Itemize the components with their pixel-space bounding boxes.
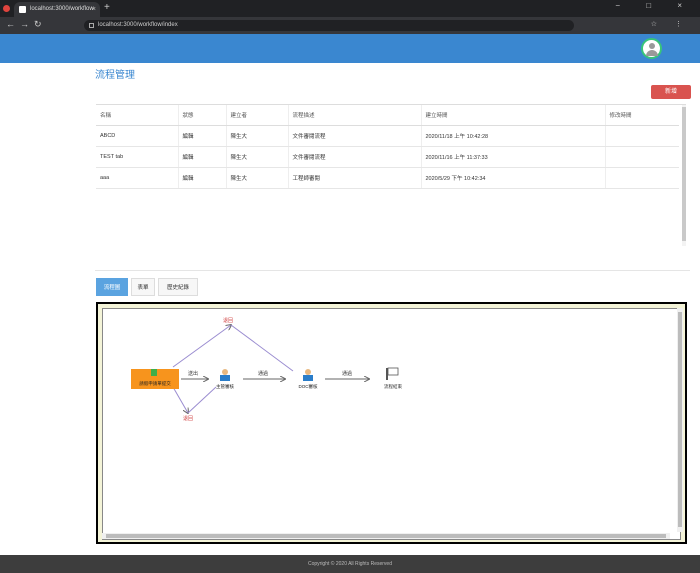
cell-modified <box>604 167 679 189</box>
table-row[interactable]: ABCD 編輯 陳生大 文件審閱流程 2020/11/18 上午 10:42:2… <box>96 125 679 147</box>
column-header-created[interactable]: 建立時間 <box>420 105 605 126</box>
column-header-status[interactable]: 狀態 <box>177 105 226 126</box>
table-scrollbar[interactable] <box>682 105 686 246</box>
column-header-creator[interactable]: 建立者 <box>225 105 288 126</box>
workflow-canvas-frame: 退回 退回 送出 通過 通過 請假申請單提交 主管審核 DOC審核 流程結束 <box>96 302 687 544</box>
cell-modified <box>604 146 679 168</box>
cell-description: 文件審閱流程 <box>287 146 421 168</box>
person-icon <box>303 375 313 381</box>
node-start-label: 請假申請單提交 <box>139 380 171 387</box>
user-avatar-icon[interactable] <box>641 38 662 59</box>
tab-form[interactable]: 表單 <box>131 278 155 296</box>
workflow-diagram[interactable]: 退回 退回 送出 通過 通過 請假申請單提交 主管審核 DOC審核 流程結束 <box>103 309 680 539</box>
tab-flowchart[interactable]: 流程圖 <box>96 278 128 296</box>
page-title: 流程管理 <box>95 70 135 81</box>
table-row[interactable]: aaa 編輯 陳生大 工程師審閱 2020/5/29 下午 10:42:34 <box>96 167 679 189</box>
person-icon <box>220 375 230 381</box>
address-bar[interactable]: localhost:3000/workflow/index <box>84 20 574 31</box>
cell-name: aaa <box>96 167 178 189</box>
reload-icon[interactable]: ↻ <box>34 19 42 30</box>
avatar-head <box>649 43 655 49</box>
cell-status: 編輯 <box>177 167 226 189</box>
favicon-icon <box>19 6 26 13</box>
workflow-table: 名稱 狀態 建立者 流程描述 建立時間 修改時間 ABCD 編輯 陳生大 文件審… <box>96 104 686 246</box>
edge-start-to-top <box>172 325 231 368</box>
address-text: localhost:3000/workflow/index <box>98 22 178 28</box>
cell-name: TEST tab <box>96 146 178 168</box>
column-header-name[interactable]: 名稱 <box>96 105 178 126</box>
browser-tab[interactable]: localhost:3000/workflow × <box>14 2 100 17</box>
label-pass-2: 通過 <box>342 370 352 377</box>
cell-status: 編輯 <box>177 146 226 168</box>
back-icon[interactable]: ← <box>6 19 15 29</box>
label-pass-1: 通過 <box>258 370 268 377</box>
start-node-icon <box>151 369 157 376</box>
edge-bottom-to-mid <box>187 386 217 414</box>
cell-creator: 陳生大 <box>225 125 288 147</box>
canvas-vertical-thumb[interactable] <box>678 312 682 527</box>
cell-created: 2020/5/29 下午 10:42:34 <box>420 167 605 189</box>
browser-menu-dot[interactable] <box>3 5 10 12</box>
finish-flag-icon <box>387 367 399 376</box>
cell-name: ABCD <box>96 125 178 147</box>
canvas-vertical-scrollbar[interactable] <box>677 308 683 532</box>
cell-modified <box>604 125 679 147</box>
canvas-horizontal-thumb[interactable] <box>106 534 666 538</box>
tab-title: localhost:3000/workflow <box>30 6 94 12</box>
app-header <box>0 34 700 63</box>
workflow-canvas[interactable]: 退回 退回 送出 通過 通過 請假申請單提交 主管審核 DOC審核 流程結束 <box>102 308 681 540</box>
cell-status: 編輯 <box>177 125 226 147</box>
cell-creator: 陳生大 <box>225 167 288 189</box>
avatar-body <box>646 50 658 56</box>
table-row[interactable]: TEST tab 編輯 陳生大 文件審閱流程 2020/11/16 上午 11:… <box>96 146 679 168</box>
forward-icon[interactable]: → <box>20 19 29 29</box>
cell-description: 工程師審閱 <box>287 167 421 189</box>
canvas-horizontal-scrollbar[interactable] <box>102 533 670 539</box>
node-end-label[interactable]: 流程結束 <box>384 383 402 390</box>
node-mid2-label[interactable]: DOC審核 <box>299 383 318 390</box>
add-button[interactable]: 新增 <box>651 85 691 99</box>
tab-history[interactable]: 歷史紀錄 <box>158 278 198 296</box>
label-submit: 送出 <box>188 370 198 377</box>
table-scrollbar-thumb[interactable] <box>682 107 686 241</box>
cell-created: 2020/11/18 上午 10:42:28 <box>420 125 605 147</box>
cell-created: 2020/11/16 上午 11:37:33 <box>420 146 605 168</box>
cell-description: 文件審閱流程 <box>287 125 421 147</box>
page-footer: Copyright © 2020 All Rights Reserved <box>0 555 700 573</box>
info-icon[interactable] <box>89 23 94 28</box>
person-icon-head <box>222 369 228 375</box>
new-tab-button[interactable]: + <box>104 2 110 14</box>
edge-top-to-doc <box>230 324 294 372</box>
node-mid1-label[interactable]: 主管審核 <box>216 383 234 390</box>
window-controls[interactable]: − □ × <box>615 1 694 10</box>
label-return-top: 退回 <box>223 317 233 324</box>
label-return-bottom: 退回 <box>183 415 193 422</box>
table-header-row: 名稱 狀態 建立者 流程描述 建立時間 修改時間 <box>96 105 679 126</box>
edge-start-to-bottom <box>172 386 188 413</box>
column-header-modified[interactable]: 修改時間 <box>604 105 679 126</box>
person-icon-head <box>305 369 311 375</box>
section-divider <box>95 270 690 271</box>
tab-close-icon[interactable]: × <box>92 2 96 17</box>
browser-address-row: ← → ↻ localhost:3000/workflow/index ☆ ⋮ <box>0 17 700 34</box>
column-header-description[interactable]: 流程描述 <box>287 105 421 126</box>
cell-creator: 陳生大 <box>225 146 288 168</box>
browser-tab-strip: localhost:3000/workflow × + − □ × <box>0 0 700 17</box>
browser-extension-icons[interactable]: ☆ ⋮ <box>651 20 690 28</box>
